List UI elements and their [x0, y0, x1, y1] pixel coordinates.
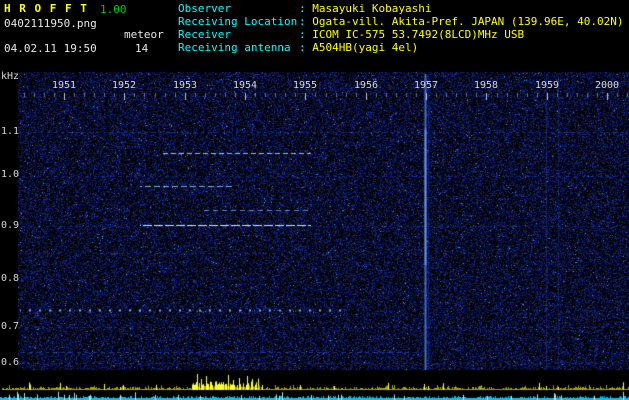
freq-tick-label: 0.6 [1, 357, 20, 368]
info-row: Observer: Masayuki Kobayashi [178, 2, 624, 15]
time-tick-label: 1957 [413, 80, 439, 91]
info-row: Receiving Location: Ogata-vill. Akita-Pr… [178, 15, 624, 28]
freq-tick-label: 1.1 [1, 126, 20, 137]
time-tick-label: 1956 [353, 80, 379, 91]
freq-tick-label: 0.9 [1, 220, 20, 231]
info-colon: : [299, 41, 313, 54]
info-label: Observer [178, 2, 231, 15]
output-filename: 0402111950.png [4, 17, 97, 30]
freq-unit-label: kHz [1, 71, 20, 82]
info-value: Ogata-vill. Akita-Pref. JAPAN (139.96E, … [312, 15, 624, 28]
info-value: A504HB(yagi 4el) [312, 41, 419, 54]
observation-mode: meteor [124, 28, 164, 41]
info-label: Receiver [178, 28, 231, 41]
info-colon: : [299, 28, 313, 41]
freq-tick-label: 0.8 [1, 273, 20, 284]
time-tick-label: 2000 [594, 80, 620, 91]
info-colon: : [299, 2, 313, 15]
time-tick-label: 1959 [534, 80, 560, 91]
meteor-count: 14 [135, 42, 149, 55]
info-label: Receiving antenna [178, 41, 291, 54]
time-tick-label: 1955 [292, 80, 318, 91]
time-tick-label: 1951 [51, 80, 77, 91]
info-value: ICOM IC-575 53.7492(8LCD)MHz USB [312, 28, 525, 41]
info-row: Receiver: ICOM IC-575 53.7492(8LCD)MHz U… [178, 28, 624, 41]
info-label: Receiving Location [178, 15, 298, 28]
time-tick-label: 1952 [111, 80, 137, 91]
freq-tick-label: 1.0 [1, 169, 20, 180]
time-tick-label: 1953 [172, 80, 198, 91]
spectrogram-canvas [0, 0, 629, 400]
info-colon: : [299, 15, 313, 28]
info-row: Receiving antenna: A504HB(yagi 4el) [178, 41, 624, 54]
app-version: 1.00 [100, 3, 127, 16]
info-value: Masayuki Kobayashi [312, 2, 432, 15]
time-tick-label: 1958 [473, 80, 499, 91]
time-tick-label: 1954 [232, 80, 258, 91]
hrofft-window: H R O F F T 1.00 0402111950.png meteor 0… [0, 0, 629, 400]
freq-tick-label: 0.7 [1, 321, 20, 332]
station-info: Observer: Masayuki Kobayashi Receiving Lo… [178, 2, 624, 54]
observation-datetime: 04.02.11 19:50 [4, 42, 97, 55]
app-title: H R O F F T [4, 2, 88, 15]
